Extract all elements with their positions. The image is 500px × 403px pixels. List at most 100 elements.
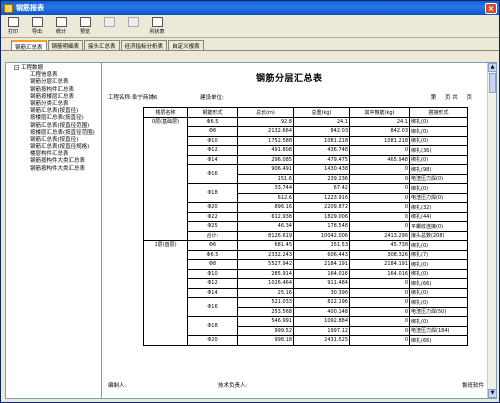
rebar-table: 楼层名称 钢筋形式 总长(m) 总重(kg) 其中箍筋(kg) 搭接形式 0层(… — [143, 107, 468, 346]
table-icon — [151, 17, 163, 27]
cell-form: Φ12 — [187, 278, 238, 289]
vertical-scrollbar[interactable]: ▲ ▼ — [487, 63, 497, 398]
tree-item[interactable]: 钢筋分层汇总表 — [8, 79, 99, 86]
cell-weight: 842.03 — [293, 126, 350, 137]
tree-item[interactable]: 按楼层汇总表(按直径) — [8, 115, 99, 122]
cell-weight: 151.53 — [293, 240, 350, 251]
cell-form: Φ6.5 — [187, 249, 238, 260]
app-icon — [4, 3, 13, 13]
cell-form: Φ20 — [187, 335, 238, 346]
cell-stirrup: 0 — [349, 221, 410, 232]
tree-item[interactable]: 钢筋按构件大类汇总表 — [8, 166, 99, 173]
cell-form: 合计: — [187, 230, 238, 241]
maker-label: 编制人: — [108, 383, 127, 389]
cell-lap: 绑扎(66) — [409, 335, 468, 346]
cell-lap: 绑扎(98) — [409, 164, 468, 175]
cell-stirrup: 0 — [349, 325, 410, 336]
construction-unit: 建设单位: — [200, 95, 224, 101]
cell-form: Φ18 — [187, 183, 238, 203]
tree-item[interactable]: 钢筋汇总表(按直径范围) — [8, 123, 99, 130]
cell-weight: 479.475 — [293, 154, 350, 165]
cell-weight: 1997.12 — [293, 325, 350, 336]
scroll-thumb[interactable] — [489, 73, 496, 93]
col-form: 钢筋形式 — [187, 107, 238, 118]
report-page: 钢筋分层汇总表 工程名称:阜宁商铺6 建设单位: 第 页 共 页 楼层名称 钢筋… — [106, 63, 486, 398]
preview-icon — [79, 17, 91, 27]
cell-form: Φ8 — [187, 126, 238, 137]
tree-item[interactable]: 钢筋按楼层汇总表 — [8, 94, 99, 101]
cell-stirrup: 0 — [349, 316, 410, 327]
cell-weight: 10042.006 — [293, 230, 350, 241]
cell-stirrup: 0 — [349, 335, 410, 346]
disabled-button-1 — [99, 17, 119, 28]
cell-weight: 24.1 — [293, 116, 350, 127]
print-button[interactable]: 打印 — [3, 17, 23, 35]
tree-item[interactable]: 钢筋按构件汇总表 — [8, 87, 99, 94]
cell-length: 1752.588 — [237, 135, 294, 146]
tree-item[interactable]: 钢筋汇总表(按直径) — [8, 137, 99, 144]
tree-item[interactable]: 按楼层汇总表(按直径范围) — [8, 130, 99, 137]
table-row: Φ20 998.18 2431.525 0 绑扎(66) — [144, 335, 468, 346]
disabled-icon — [127, 17, 139, 27]
disabled-button-2 — [123, 17, 143, 28]
tab-custom-report[interactable]: 自定义报表 — [168, 40, 204, 50]
column-table-button[interactable]: 列状表 — [147, 17, 167, 35]
cell-stirrup: 0 — [349, 297, 410, 308]
cell-stirrup: 0 — [349, 145, 410, 156]
cell-weight: 1829.006 — [293, 211, 350, 222]
cell-stirrup: 24.1 — [349, 116, 410, 127]
tree-item[interactable]: 钢筋按构件大类汇总表 — [8, 158, 99, 165]
col-stirrup: 其中箍筋(kg) — [349, 107, 410, 118]
preview-button[interactable]: 预览 — [75, 17, 95, 35]
cell-lap: 绑扎(0) — [409, 259, 468, 270]
statistics-button[interactable]: 统计 — [51, 17, 71, 35]
scroll-up-icon[interactable]: ▲ — [488, 63, 497, 72]
statistics-icon — [55, 17, 67, 27]
tab-rebar-summary[interactable]: 钢筋汇总表 — [11, 40, 47, 51]
cell-length: 46.34 — [237, 221, 294, 232]
tab-joint-summary[interactable]: 接头汇总表 — [84, 40, 120, 50]
cell-lap: 电渣压力焊(0) — [409, 173, 468, 184]
cell-weight: 2431.525 — [293, 335, 350, 346]
cell-stirrup: 2413.296 — [349, 230, 410, 241]
cell-length: 999.52 — [237, 325, 294, 336]
table-row: Φ10 1752.588 1081.218 1081.218 绑扎(0) — [144, 135, 468, 146]
cell-stirrup: 0 — [349, 192, 410, 203]
cell-weight: 1092.884 — [293, 316, 350, 327]
scroll-down-icon[interactable]: ▼ — [488, 389, 497, 398]
cell-weight: 178.548 — [293, 221, 350, 232]
cell-lap: 绑扎(66) — [409, 278, 468, 289]
export-button[interactable]: 导出 — [27, 17, 47, 35]
cell-weight: 400.148 — [293, 306, 350, 317]
collapse-icon[interactable]: − — [14, 65, 19, 70]
brand-label: 鲁班软件 — [461, 383, 484, 389]
cell-stirrup: 842.03 — [349, 126, 410, 137]
report-header-line: 工程名称:阜宁商铺6 建设单位: 第 页 共 页 — [108, 93, 484, 101]
cell-length: 521.033 — [237, 297, 294, 308]
cell-stirrup: 0 — [349, 202, 410, 213]
cell-weight: 1081.218 — [293, 135, 350, 146]
cell-weight: 164.016 — [293, 268, 350, 279]
cell-floor: 0层(基础层) — [143, 116, 188, 241]
cell-stirrup: 2184.191 — [349, 259, 410, 270]
tab-rebar-detail[interactable]: 钢筋明细表 — [47, 40, 84, 50]
cell-stirrup: 0 — [349, 278, 410, 289]
cell-length: 285.914 — [237, 268, 294, 279]
table-row: Φ25 46.34 178.548 0 平螺纹连接(0) — [144, 221, 468, 232]
close-button[interactable]: × — [485, 2, 497, 14]
tab-economic-index[interactable]: 经济指标分析表 — [120, 40, 168, 50]
export-icon — [31, 17, 43, 27]
cell-length: 906.491 — [237, 164, 294, 175]
table-row: 合计: 8126.619 10042.006 2413.296 接头总数(208) — [144, 230, 468, 241]
cell-form: Φ10 — [187, 135, 238, 146]
cell-lap: 绑扎(32) — [409, 202, 468, 213]
cell-weight: 1223.916 — [293, 192, 350, 203]
cell-lap: 绑扎(0) — [409, 287, 468, 298]
table-row: Φ16 521.033 822.196 0 绑扎(0) — [144, 297, 468, 317]
table-row: Φ14 25.16 30.396 0 绑扎(0) — [144, 287, 468, 298]
title-bar: 钢筋报表 × — [1, 1, 499, 15]
cell-weight: 822.196 — [293, 297, 350, 308]
table-row: Φ10 285.914 164.016 164.016 绑扎(0) — [144, 268, 468, 279]
report-window: 钢筋报表 × 打印 导出 统计 预览 列状表 钢筋汇总表 钢筋明细表 接头汇总表… — [0, 0, 500, 403]
table-row: Φ20 896.16 2209.872 0 绑扎(32) — [144, 202, 468, 213]
